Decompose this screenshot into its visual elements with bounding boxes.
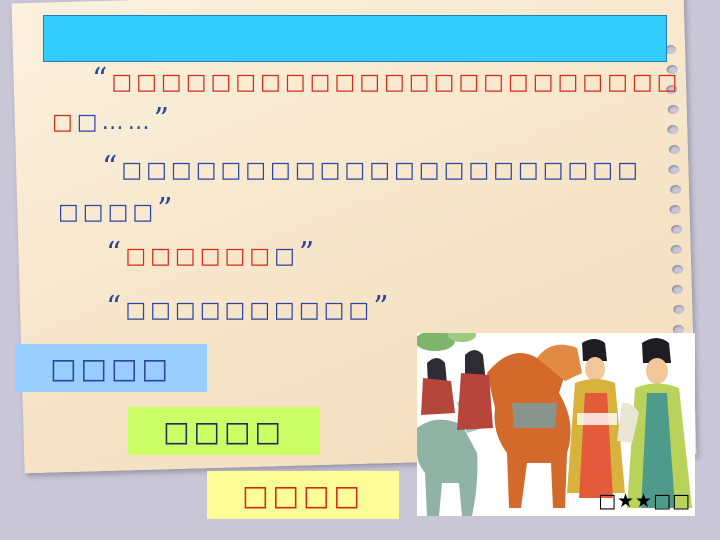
binding-hole [670, 244, 682, 255]
figures-with-horses-image [417, 333, 695, 516]
paragraph-3-red-text: □□□□□□ [125, 244, 275, 269]
paragraph-1-line-1: “□□□□□□□□□□□□□□□□□□□□□□□ [92, 62, 681, 97]
paragraph-2-line-1: “□□□□□□□□□□□□□□□□□□□□□ [102, 150, 642, 185]
label-box-2[interactable]: □□□□ [128, 407, 320, 455]
close-quote: ” [153, 102, 173, 137]
binding-hole [671, 224, 683, 235]
binding-hole [671, 284, 683, 295]
illustration-caption: □★★□□ [598, 490, 691, 512]
paragraph-3-blue-text: □ [274, 244, 299, 269]
paragraph-1-red-text: □□□□□□□□□□□□□□□□□□□□□□□ [111, 70, 682, 95]
binding-hole [672, 264, 684, 275]
binding-hole [673, 304, 685, 315]
title-bar [43, 15, 667, 62]
caption-end: □□ [653, 490, 691, 512]
paragraph-4-blue-text: □□□□□□□□□□ [125, 298, 374, 323]
label-box-2-text: □□□□ [163, 414, 285, 448]
paragraph-2-line-2: □□□□” [58, 192, 177, 227]
label-box-1[interactable]: □□□□ [15, 344, 207, 392]
historical-illustration: □★★□□ [417, 333, 695, 516]
close-quote: ” [157, 192, 177, 227]
paragraph-1-line-2: □□……” [52, 102, 173, 137]
open-quote: “ [106, 290, 126, 325]
binding-hole [667, 104, 679, 115]
label-box-3-text: □□□□ [242, 478, 364, 512]
paragraph-2-blue-text-2: □□□□ [58, 200, 158, 225]
binding-hole [668, 164, 680, 175]
open-quote: “ [92, 62, 112, 97]
paragraph-1-blue-text: □…… [76, 110, 154, 135]
label-box-1-text: □□□□ [50, 351, 172, 385]
paragraph-2-blue-text: □□□□□□□□□□□□□□□□□□□□□ [121, 158, 642, 183]
close-quote: ” [373, 290, 393, 325]
open-quote: “ [106, 236, 126, 271]
binding-hole [668, 144, 681, 155]
close-quote: ” [298, 236, 319, 271]
paragraph-1-red-text-2: □ [52, 110, 77, 135]
label-box-3[interactable]: □□□□ [207, 471, 399, 519]
star-icon: ★★ [617, 490, 654, 512]
binding-hole [669, 184, 682, 195]
caption-start: □ [598, 490, 618, 512]
paragraph-3: “□□□□□□□” [106, 236, 318, 271]
open-quote: “ [102, 150, 122, 185]
paragraph-4: “□□□□□□□□□□” [106, 290, 393, 325]
binding-hole [669, 204, 681, 215]
binding-hole [667, 124, 679, 135]
